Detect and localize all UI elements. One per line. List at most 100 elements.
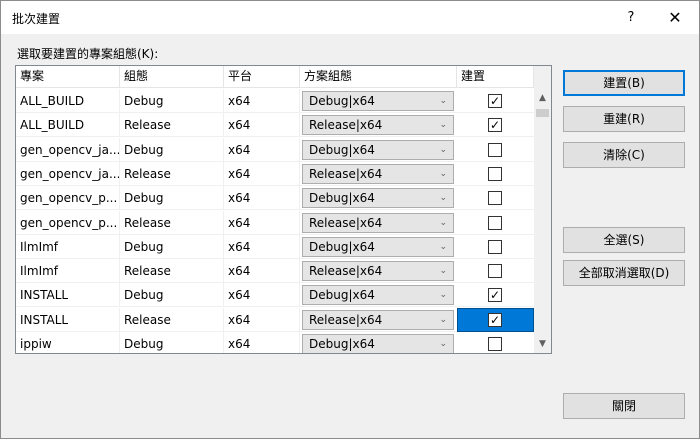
solution-config-value: Debug|x64 xyxy=(309,239,375,254)
chevron-down-icon: ⌄ xyxy=(439,314,447,325)
table-row[interactable]: gen_opencv_ja... Release x64 Release|x64 ⌄ xyxy=(16,161,534,186)
table-row[interactable]: IlmImf Release x64 Release|x64 ⌄ xyxy=(16,259,534,284)
platform-cell: x64 xyxy=(224,113,300,138)
chevron-down-icon: ⌄ xyxy=(439,339,447,349)
platform-cell: x64 xyxy=(224,259,300,284)
build-checkbox[interactable] xyxy=(488,191,502,206)
build-checkbox[interactable]: ✓ xyxy=(488,288,502,303)
table-row[interactable]: IlmImf Debug x64 Debug|x64 ⌄ xyxy=(16,234,534,259)
column-header-configuration[interactable]: 組態 xyxy=(120,66,224,88)
project-config-label: 選取要建置的專案組態(K): xyxy=(17,47,159,61)
check-icon: ✓ xyxy=(489,288,501,303)
scroll-up-icon[interactable]: ▲ xyxy=(534,90,551,107)
build-checkbox[interactable] xyxy=(488,239,502,254)
rebuild-button[interactable]: 重建(R) xyxy=(563,106,685,132)
table-row[interactable]: INSTALL Debug x64 Debug|x64 ⌄ ✓ xyxy=(16,283,534,308)
configuration-cell: Debug xyxy=(120,89,224,113)
project-cell: ALL_BUILD xyxy=(16,113,120,138)
project-cell: IlmImf xyxy=(16,259,120,284)
build-checkbox[interactable]: ✓ xyxy=(488,312,502,327)
title-bar: 批次建置 ? ✕ xyxy=(1,1,699,34)
project-config-grid: 專案 組態 平台 方案組態 建置 ALL_BUILD Debug x64 Debug|… xyxy=(15,65,552,354)
chevron-down-icon: ⌄ xyxy=(439,290,447,301)
project-cell: gen_opencv_p... xyxy=(16,186,120,211)
solution-config-dropdown[interactable]: Release|x64 ⌄ xyxy=(302,309,454,330)
deselect-all-button[interactable]: 全部取消選取(D) xyxy=(563,260,685,286)
solution-config-dropdown[interactable]: Release|x64 ⌄ xyxy=(302,212,454,233)
configuration-cell: Debug xyxy=(120,234,224,259)
configuration-cell: Release xyxy=(120,113,224,138)
help-button[interactable]: ? xyxy=(613,5,649,31)
close-window-button[interactable]: ✕ xyxy=(657,5,693,31)
table-row[interactable]: INSTALL Release x64 Release|x64 ⌄ ✓ xyxy=(16,307,534,332)
project-cell: gen_opencv_ja... xyxy=(16,137,120,162)
solution-config-dropdown[interactable]: Debug|x64 ⌄ xyxy=(302,285,454,306)
table-row[interactable]: gen_opencv_p... Release x64 Release|x64 ⌄ xyxy=(16,210,534,235)
vertical-scrollbar[interactable]: ▲ ▼ xyxy=(534,66,551,353)
solution-config-dropdown[interactable]: Release|x64 ⌄ xyxy=(302,261,454,282)
platform-cell: x64 xyxy=(224,332,300,353)
solution-config-dropdown[interactable]: Debug|x64 ⌄ xyxy=(302,334,454,353)
build-checkbox[interactable] xyxy=(488,264,502,279)
build-checkbox[interactable]: ✓ xyxy=(488,118,502,133)
chevron-down-icon: ⌄ xyxy=(439,266,447,277)
configuration-cell: Release xyxy=(120,259,224,284)
solution-config-dropdown[interactable]: Debug|x64 ⌄ xyxy=(302,91,454,111)
close-button[interactable]: 關閉 xyxy=(563,393,685,419)
platform-cell: x64 xyxy=(224,283,300,308)
platform-cell: x64 xyxy=(224,307,300,332)
configuration-cell: Debug xyxy=(120,283,224,308)
window-title: 批次建置 xyxy=(12,12,61,26)
platform-cell: x64 xyxy=(224,234,300,259)
scroll-down-icon[interactable]: ▼ xyxy=(534,336,551,353)
configuration-cell: Release xyxy=(120,210,224,235)
configuration-cell: Release xyxy=(120,161,224,186)
build-checkbox[interactable] xyxy=(488,142,502,157)
column-header-solution-config[interactable]: 方案組態 xyxy=(300,66,457,88)
table-row[interactable]: ippiw Debug x64 Debug|x64 ⌄ xyxy=(16,332,534,353)
column-header-platform[interactable]: 平台 xyxy=(224,66,300,88)
chevron-down-icon: ⌄ xyxy=(439,144,447,155)
platform-cell: x64 xyxy=(224,161,300,186)
configuration-cell: Debug xyxy=(120,332,224,353)
table-row[interactable]: gen_opencv_ja... Debug x64 Debug|x64 ⌄ xyxy=(16,137,534,162)
solution-config-dropdown[interactable]: Debug|x64 ⌄ xyxy=(302,236,454,257)
build-checkbox[interactable] xyxy=(488,215,502,230)
solution-config-value: Debug|x64 xyxy=(309,191,375,206)
build-checkbox[interactable] xyxy=(488,337,502,351)
chevron-down-icon: ⌄ xyxy=(439,193,447,204)
chevron-down-icon: ⌄ xyxy=(439,168,447,179)
project-cell: gen_opencv_p... xyxy=(16,210,120,235)
chevron-down-icon: ⌄ xyxy=(439,241,447,252)
project-cell: INSTALL xyxy=(16,307,120,332)
column-header-project[interactable]: 專案 xyxy=(16,66,120,88)
scroll-thumb[interactable] xyxy=(536,109,549,117)
clean-button[interactable]: 清除(C) xyxy=(563,142,685,168)
platform-cell: x64 xyxy=(224,210,300,235)
configuration-cell: Debug xyxy=(120,137,224,162)
table-row[interactable]: gen_opencv_p... Debug x64 Debug|x64 ⌄ xyxy=(16,186,534,211)
project-cell: ippiw xyxy=(16,332,120,353)
platform-cell: x64 xyxy=(224,89,300,113)
table-row[interactable]: ALL_BUILD Debug x64 Debug|x64 ⌄ ✓ xyxy=(16,89,534,113)
check-icon: ✓ xyxy=(489,312,501,327)
solution-config-dropdown[interactable]: Debug|x64 ⌄ xyxy=(302,188,454,209)
chevron-down-icon: ⌄ xyxy=(439,217,447,228)
batch-build-dialog: 批次建置 ? ✕ 選取要建置的專案組態(K): 專案 組態 平台 方案組態 建置… xyxy=(0,0,700,439)
solution-config-value: Debug|x64 xyxy=(309,94,375,108)
solution-config-dropdown[interactable]: Release|x64 ⌄ xyxy=(302,163,454,184)
build-checkbox[interactable] xyxy=(488,166,502,181)
project-cell: ALL_BUILD xyxy=(16,89,120,113)
build-checkbox[interactable]: ✓ xyxy=(488,94,502,108)
solution-config-value: Debug|x64 xyxy=(309,337,375,351)
configuration-cell: Release xyxy=(120,307,224,332)
check-icon: ✓ xyxy=(489,118,501,133)
build-button[interactable]: 建置(B) xyxy=(563,70,685,96)
solution-config-dropdown[interactable]: Release|x64 ⌄ xyxy=(302,115,454,136)
solution-config-dropdown[interactable]: Debug|x64 ⌄ xyxy=(302,139,454,160)
table-row[interactable]: ALL_BUILD Release x64 Release|x64 ⌄ ✓ xyxy=(16,113,534,138)
solution-config-value: Release|x64 xyxy=(309,264,383,279)
project-cell: gen_opencv_ja... xyxy=(16,161,120,186)
select-all-button[interactable]: 全選(S) xyxy=(563,227,685,253)
column-header-build[interactable]: 建置 xyxy=(457,66,534,88)
